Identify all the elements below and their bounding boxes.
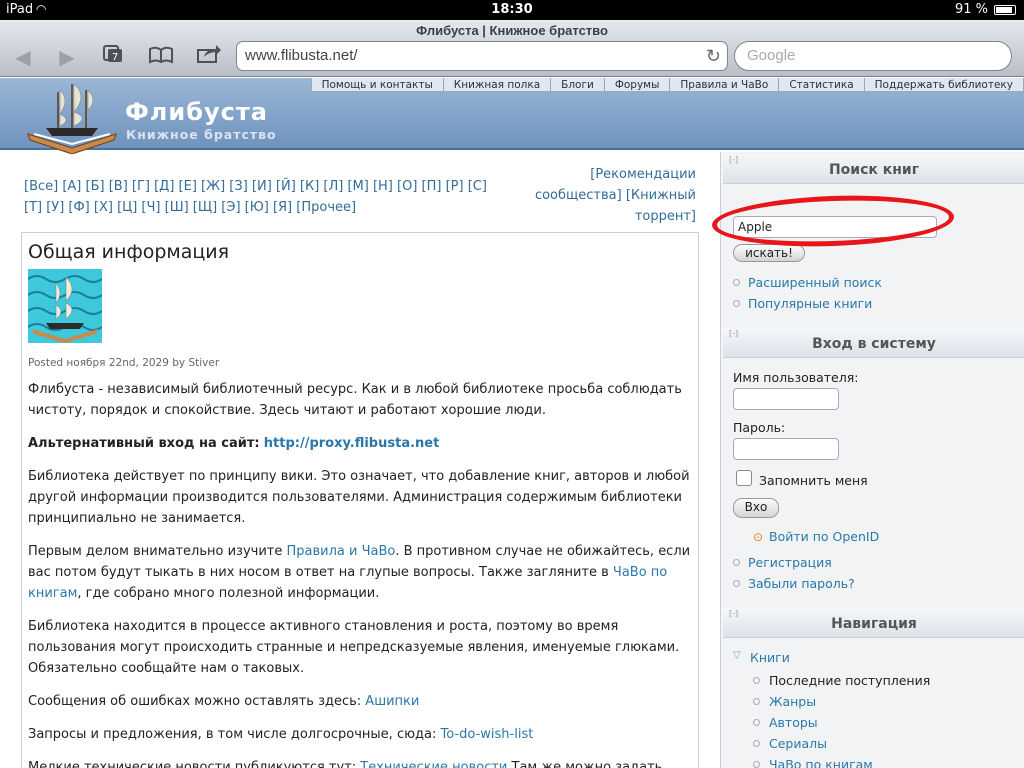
collapse-toggle[interactable]: [-] [729, 318, 738, 350]
nav-item-link[interactable]: Сериалы [769, 736, 827, 751]
openid-link[interactable]: Войти по OpenID [769, 529, 879, 544]
bookmarks-icon[interactable] [146, 44, 176, 70]
article-title: Общая информация [28, 241, 230, 263]
bugs-link[interactable]: Ашипки [365, 694, 419, 709]
search-block-title: [-] Поиск книг [723, 154, 1024, 184]
main-content: [Все] [А] [Б] [В] [Г] [Д] [Е] [Ж] [З] [И… [0, 152, 716, 768]
article-image [27, 269, 103, 343]
nav-item-link[interactable]: Авторы [769, 715, 818, 730]
back-icon[interactable]: ◀ [8, 44, 38, 70]
text: Мелкие технические новости публикуются т… [28, 760, 357, 768]
login-block-title: [-] Вход в систему [723, 328, 1024, 358]
paragraph: Сообщения об ошибках можно оставлять зде… [28, 691, 692, 712]
bullet-icon [753, 761, 760, 768]
forgot-password-link[interactable]: Забыли пароль? [748, 576, 855, 591]
openid-icon: ⊙ [753, 530, 764, 544]
collapse-toggle[interactable]: [-] [729, 144, 738, 176]
site-slogan: Книжное братство [126, 127, 277, 142]
share-icon[interactable] [194, 44, 224, 70]
paragraph: Запросы и предложения, в том числе долго… [28, 724, 692, 745]
url-text: www.flibusta.net/ [245, 47, 358, 64]
popular-books-link[interactable]: Популярные книги [748, 296, 872, 311]
rules-link[interactable]: Правила и ЧаВо [287, 544, 396, 559]
battery-percent: 91 % [954, 2, 988, 17]
text: Первым делом внимательно изучите [28, 544, 283, 559]
navigation-block-title: [-] Навигация [723, 608, 1024, 638]
forward-icon[interactable]: ▶ [52, 44, 82, 70]
text: Там же можно задать [511, 760, 663, 768]
register-link[interactable]: Регистрация [748, 555, 832, 570]
svg-text:7: 7 [112, 52, 118, 63]
bullet-icon [733, 279, 740, 286]
text: , где собрано много полезной информации. [77, 586, 380, 601]
page-title: Флибуста | Книжное братство [416, 23, 608, 38]
block-title: Поиск книг [828, 162, 920, 178]
clock: 18:30 [491, 2, 533, 17]
browser-toolbar: Флибуста | Книжное братство ◀ ▶ 7 www.fl… [0, 20, 1024, 77]
paragraph: Библиотека находится в процессе активног… [28, 619, 680, 676]
text: Запросы и предложения, в том числе долго… [28, 727, 437, 742]
paragraph: Первым делом внимательно изучите Правила… [28, 541, 692, 604]
top-menu-item[interactable]: Форумы [605, 78, 671, 91]
status-bar: iPad ◠ 18:30 91 % [0, 0, 1024, 20]
top-menu-item[interactable]: Книжная полка [444, 78, 552, 91]
bullet-icon [733, 300, 740, 307]
bullet-icon [753, 698, 760, 705]
paragraph: Мелкие технические новости публикуются т… [28, 757, 692, 768]
tech-news-link[interactable]: Технические новости [360, 760, 507, 768]
bullet-icon [753, 677, 760, 684]
login-button[interactable]: Вхо [733, 498, 779, 518]
block-title: Вход в систему [812, 336, 936, 352]
todo-link[interactable]: To-do-wish-list [441, 727, 534, 742]
remember-checkbox[interactable] [736, 470, 752, 486]
nav-books-link[interactable]: Книги [750, 650, 790, 665]
recommendations-links[interactable]: [Рекомендации сообщества] [Книжный торре… [520, 164, 696, 227]
battery-fill [996, 7, 1013, 13]
proxy-link[interactable]: http://proxy.flibusta.net [264, 436, 440, 451]
article: Общая информация Posted ноября 22nd, 202… [21, 232, 699, 768]
bullet-icon [733, 580, 740, 587]
expand-arrow-icon: ▽ [733, 650, 741, 661]
post-meta: Posted ноября 22nd, 2029 by Stiver [28, 357, 220, 369]
ship-logo-icon[interactable] [22, 78, 122, 154]
top-menu-item[interactable]: Статистика [779, 78, 865, 91]
collapse-toggle[interactable]: [-] [729, 598, 738, 630]
alt-label: Альтернативный вход на сайт: [28, 436, 260, 451]
username-label: Имя пользователя: [733, 370, 859, 385]
site-name[interactable]: Флибуста [125, 98, 268, 126]
top-menu-item[interactable]: Правила и ЧаВо [670, 78, 780, 91]
login-block: [-] Вход в систему Имя пользователя: Пар… [723, 328, 1024, 608]
tabs-icon[interactable]: 7 [98, 44, 128, 70]
alphabet-index[interactable]: [Все] [А] [Б] [В] [Г] [Д] [Е] [Ж] [З] [И… [24, 176, 504, 218]
search-button[interactable]: искать! [733, 244, 805, 262]
reload-icon[interactable]: ↻ [706, 42, 721, 70]
paragraph: Флибуста - независимый библиотечный ресу… [28, 382, 682, 418]
nav-item-link[interactable]: Жанры [769, 694, 816, 709]
password-input[interactable] [733, 438, 839, 460]
top-menu-item[interactable]: Помощь и контакты [312, 78, 444, 91]
url-field[interactable]: www.flibusta.net/ ↻ [236, 41, 728, 71]
top-menu-item[interactable]: Поддержать библиотеку [865, 78, 1024, 91]
username-input[interactable] [733, 388, 839, 410]
bullet-icon [733, 559, 740, 566]
site-header: Помощь и контакты Книжная полка Блоги Форум… [0, 78, 1024, 154]
sidebar: [-] Поиск книг Apple искать! Расширенный… [720, 152, 1024, 768]
bullet-icon [753, 740, 760, 747]
paragraph: Библиотека действует по принципу вики. Э… [28, 469, 690, 526]
battery-icon [994, 5, 1016, 15]
nav-item-link[interactable]: ЧаВо по книгам [769, 757, 873, 768]
top-menu-item[interactable]: Блоги [551, 78, 605, 91]
remember-label: Запомнить меня [759, 473, 868, 488]
navigation-block: [-] Навигация ▽ Книги Последние поступле… [723, 608, 1024, 768]
password-label: Пароль: [733, 420, 786, 435]
text: Сообщения об ошибках можно оставлять зде… [28, 694, 362, 709]
advanced-search-link[interactable]: Расширенный поиск [748, 275, 882, 290]
search-field[interactable]: Google [734, 41, 1012, 71]
bullet-icon [753, 719, 760, 726]
nav-item-link[interactable]: Последние поступления [769, 673, 930, 688]
paragraph: Альтернативный вход на сайт: http://prox… [28, 433, 692, 454]
block-title: Навигация [831, 616, 917, 632]
top-menu: Помощь и контакты Книжная полка Блоги Форум… [310, 78, 1024, 92]
